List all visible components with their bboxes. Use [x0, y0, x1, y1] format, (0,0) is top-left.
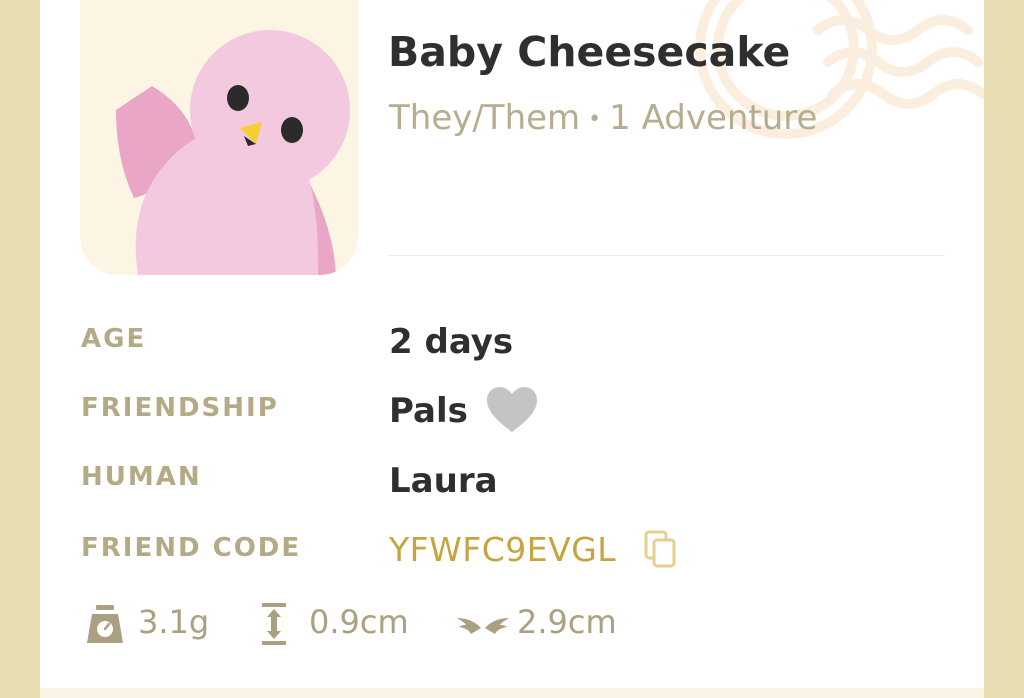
wingspan-value: 2.9cm: [517, 603, 617, 641]
age-value: 2 days: [389, 322, 514, 362]
heart-icon: [487, 387, 537, 432]
human-label: HUMAN: [81, 462, 202, 492]
card-bottom-strip: [40, 688, 984, 698]
copy-icon[interactable]: [644, 530, 678, 568]
divider: [388, 255, 944, 256]
human-value: Laura: [389, 461, 498, 501]
friend-code-label: FRIEND CODE: [81, 533, 302, 563]
friendship-value: Pals: [389, 391, 468, 431]
adventure-count: 1 Adventure: [609, 98, 818, 138]
pet-pronouns: They/Them: [389, 98, 581, 138]
height-icon: [262, 603, 286, 645]
separator-dot: •: [588, 107, 602, 132]
friend-code-value[interactable]: YFWFC9EVGL: [389, 530, 616, 569]
age-label: AGE: [81, 324, 147, 354]
pet-name: Baby Cheesecake: [388, 28, 791, 76]
friendship-label: FRIENDSHIP: [81, 393, 279, 423]
weight-value: 3.1g: [138, 603, 210, 641]
scale-icon: [87, 605, 123, 643]
pet-subtitle: They/Them • 1 Adventure: [389, 98, 817, 138]
pink-bird-icon: [116, 30, 350, 275]
pet-avatar: [80, 0, 358, 275]
wings-icon: [457, 618, 509, 634]
pet-profile-card: Baby Cheesecake They/Them • 1 Adventure AG…: [40, 0, 984, 698]
height-value: 0.9cm: [309, 603, 409, 641]
